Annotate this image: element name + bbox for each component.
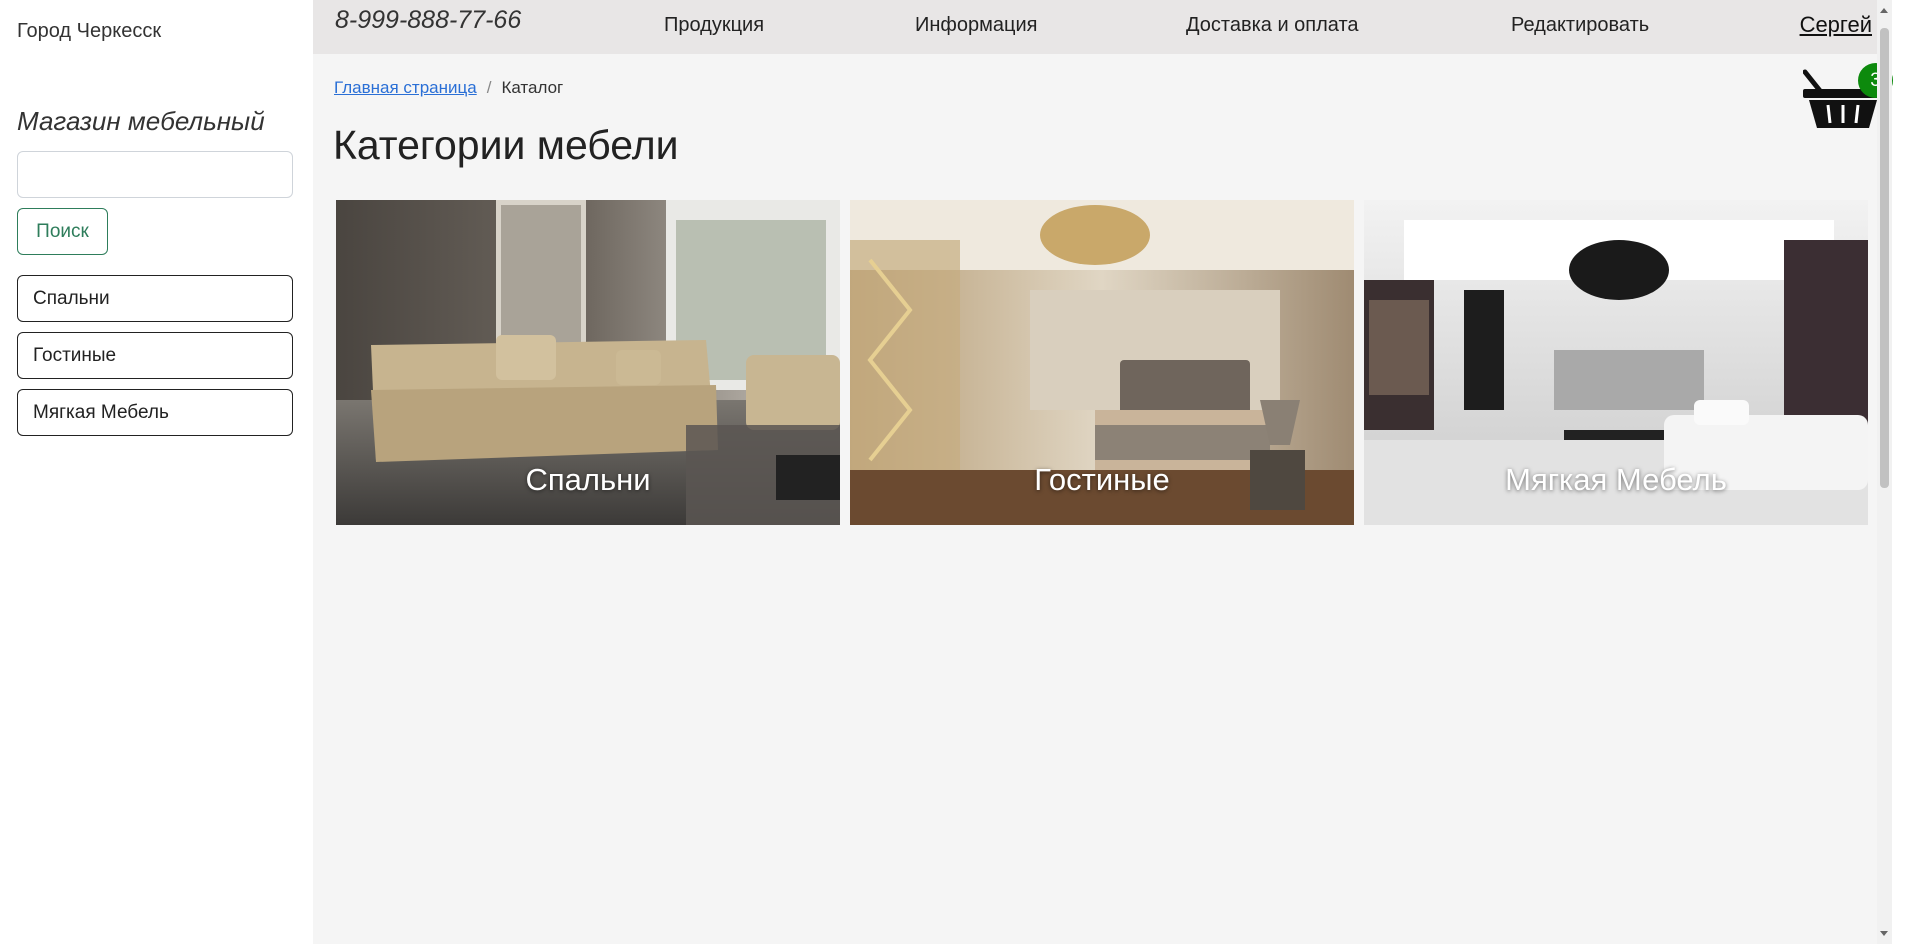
card-label: Мягкая Мебель [1505,462,1727,497]
search-input[interactable] [17,151,293,198]
nav-edit[interactable]: Редактировать [1511,14,1649,37]
scrollbar[interactable] [1877,0,1892,944]
scroll-thumb[interactable] [1880,28,1889,488]
phone-number: 8-999-888-77-66 [335,6,522,34]
category-card-upholstered-furniture[interactable]: Мягкая Мебель [1364,200,1868,525]
breadcrumb-separator: / [486,78,492,97]
sidebar-item-upholstered-furniture[interactable]: Мягкая Мебель [17,389,293,436]
breadcrumb-current: Каталог [501,78,564,97]
category-card-living-rooms[interactable]: Гостиные [850,200,1354,525]
search-button[interactable]: Поиск [17,208,108,255]
card-label: Гостиные [1034,462,1170,497]
card-label: Спальни [525,462,651,497]
nav-information[interactable]: Информация [915,14,1037,37]
user-link[interactable]: Сергей [1800,12,1872,38]
nav-products[interactable]: Продукция [664,14,764,37]
category-list: Спальни Гостиные Мягкая Мебель [17,275,293,446]
main-content: 8-999-888-77-66 Продукция Информация Дос… [313,0,1893,944]
scroll-down-arrow-icon[interactable] [1880,931,1888,936]
breadcrumb-home-link[interactable]: Главная страница [334,78,477,98]
page-title: Категории мебели [333,122,679,168]
city-label[interactable]: Город Черкесск [17,20,161,43]
sidebar-item-bedrooms[interactable]: Спальни [17,275,293,322]
nav-delivery-payment[interactable]: Доставка и оплата [1186,14,1359,37]
store-title: Магазин мебельный [17,106,265,136]
category-card-bedrooms[interactable]: Спальни [336,200,840,525]
breadcrumb: Главная страница / Каталог [334,78,563,98]
top-navbar: 8-999-888-77-66 Продукция Информация Дос… [313,0,1892,54]
scroll-up-arrow-icon[interactable] [1880,8,1888,13]
category-cards: Спальни Гостиные Мягкая Мебель [336,200,1868,525]
sidebar-item-living-rooms[interactable]: Гостиные [17,332,293,379]
sidebar: Город Черкесск Магазин мебельный Поиск С… [0,0,313,944]
